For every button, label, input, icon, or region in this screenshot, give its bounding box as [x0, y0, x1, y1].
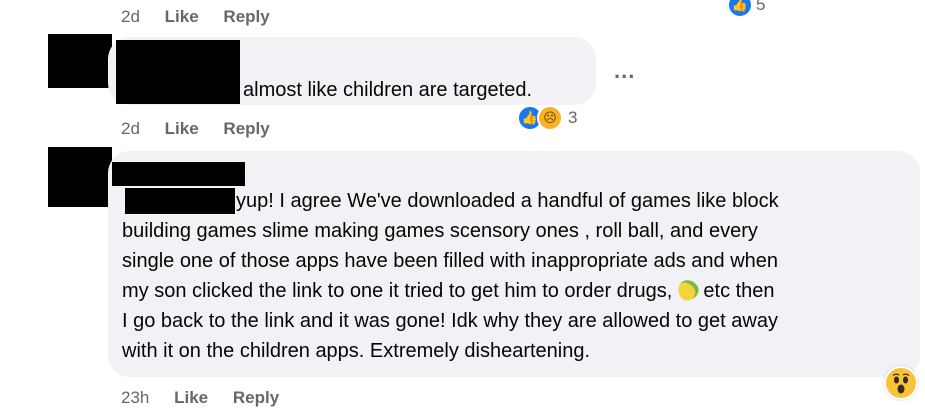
comment-3-line-6: with it on the children apps. Extremely … — [122, 340, 591, 362]
wow-face-icon — [892, 373, 910, 394]
comment-3-line-4: my son clicked the link to one it tried … — [122, 276, 912, 306]
comment-3-line-3: single one of those apps have been fille… — [122, 250, 779, 272]
comment-2-text: almost like children are targeted. — [243, 79, 533, 101]
comment-1-reply-button[interactable]: Reply — [223, 7, 269, 26]
comment-2-meta: 2d Like Reply — [121, 119, 270, 139]
comment-2-timestamp[interactable]: 2d — [121, 119, 140, 138]
comment-1-meta: 2d Like Reply — [121, 7, 270, 27]
commenter-name-redacted — [116, 40, 240, 104]
comment-2-reaction-count: 3 — [568, 108, 578, 127]
more-options-button[interactable]: ... — [614, 58, 635, 84]
comment-3-line-1: yup! I agree We've downloaded a handful … — [236, 190, 779, 212]
comment-3-timestamp[interactable]: 23h — [121, 388, 149, 407]
like-reaction-icon: 👍 — [727, 0, 753, 18]
comment-3-line-5: I go back to the link and it was gone! I… — [122, 310, 778, 332]
comment-3-like-button[interactable]: Like — [174, 388, 208, 407]
comment-2-like-button[interactable]: Like — [165, 119, 199, 138]
comment-2-reactions[interactable]: 👍 ☹ 3 — [517, 105, 577, 131]
comment-1-like-button[interactable]: Like — [165, 7, 199, 26]
avatar-redacted — [48, 147, 112, 207]
sad-reaction-icon: ☹ — [537, 105, 563, 131]
wow-reaction-icon[interactable] — [884, 366, 918, 400]
comment-2-reply-button[interactable]: Reply — [223, 119, 269, 138]
comment-1-reaction-count: 5 — [756, 0, 766, 14]
comment-1-reactions[interactable]: 👍 5 — [727, 0, 765, 18]
comment-3-text: yup! I agree We've downloaded a handful … — [122, 186, 912, 366]
comment-1-timestamp[interactable]: 2d — [121, 7, 140, 26]
comment-3-line-2: building games slime making games scenso… — [122, 220, 758, 242]
corn-emoji — [673, 276, 702, 304]
comment-3-meta: 23h Like Reply — [121, 388, 279, 408]
avatar-redacted — [48, 34, 112, 88]
commenter-name-redacted — [112, 162, 245, 186]
comment-3-reply-button[interactable]: Reply — [233, 388, 279, 407]
